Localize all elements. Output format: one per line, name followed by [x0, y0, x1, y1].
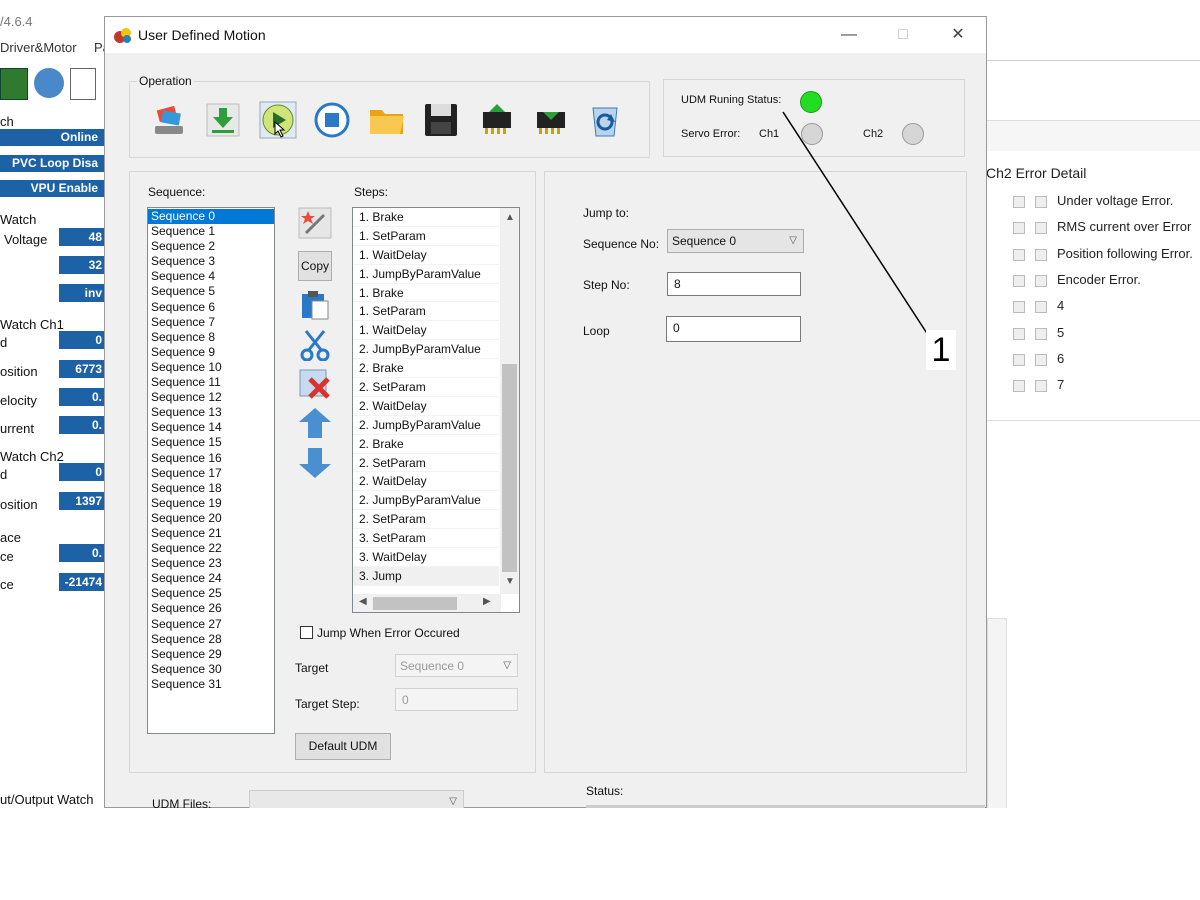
annotation-line: [782, 111, 931, 339]
blank-area: [0, 808, 1200, 900]
annotation-layer: [782, 111, 931, 339]
annotation-number: 1: [926, 330, 956, 370]
